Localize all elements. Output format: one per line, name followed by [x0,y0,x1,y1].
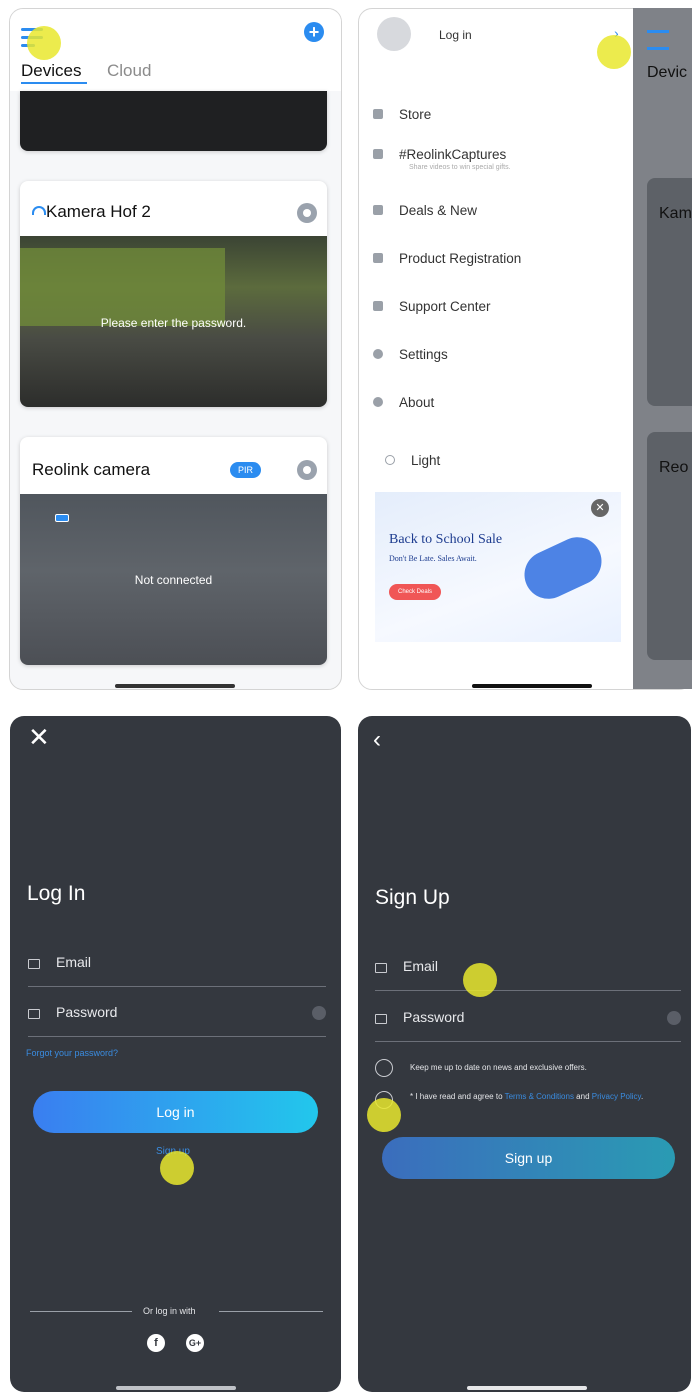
camera-card-reolink-camera[interactable]: Reolink camera PIR Not connected [20,437,327,665]
banner-subtitle: Don't Be Late. Sales Await. [389,554,477,563]
newsletter-label: Keep me up to date on news and exclusive… [410,1063,587,1072]
store-icon [373,109,383,119]
forgot-password-link[interactable]: Forgot your password? [26,1048,118,1058]
devices-screen: + Devices Cloud Kamera Hof 2 Please ente… [9,8,342,690]
camera-name: Reolink camera [32,460,151,479]
dimmed-devices-peek[interactable]: Devic Kam Reo [633,8,692,689]
banner-close-icon[interactable]: ✕ [591,499,609,517]
password-field[interactable]: Password [375,1001,681,1042]
cloud-status-icon [32,206,46,215]
video-icon [373,149,383,159]
camera-name: Kamera Hof 2 [46,202,151,221]
mail-icon [28,959,40,969]
banner-title: Back to School Sale [389,532,503,547]
camera-feed[interactable]: Please enter the password. [20,236,327,407]
menu-icon [647,30,669,50]
facebook-icon[interactable]: f [147,1334,165,1352]
tab-devices-underline [21,82,87,84]
login-screen: ✕ Log In Email Password Forgot your pass… [10,716,341,1392]
feed-wall [20,248,225,326]
flag-icon [373,205,383,215]
lock-icon [28,1009,40,1019]
tap-indicator [597,35,631,69]
tab-devices[interactable]: Devices [21,61,81,81]
peek-tab: Devic [647,64,688,81]
pir-badge[interactable]: PIR [230,462,262,478]
camera-card-kamera-hof-2[interactable]: Kamera Hof 2 Please enter the password. [20,181,327,407]
gear-icon[interactable] [297,460,317,480]
mail-icon [375,963,387,973]
home-indicator [116,1386,236,1390]
home-indicator [467,1386,587,1390]
page-title: Sign Up [375,886,450,909]
google-plus-icon[interactable]: G+ [186,1334,204,1352]
gear-icon [373,349,383,359]
battery-icon [55,514,69,522]
terms-link[interactable]: Terms & Conditions [505,1092,574,1101]
tap-indicator [27,26,61,60]
support-icon [373,301,383,311]
home-indicator [472,684,592,688]
camera-feed[interactable]: Not connected [20,494,327,665]
tap-indicator [367,1098,401,1132]
login-label[interactable]: Log in [439,28,472,42]
sun-icon [385,455,395,465]
divider-right [219,1311,323,1312]
email-field[interactable]: Email [375,950,681,991]
terms-label: * I have read and agree to Terms & Condi… [410,1092,644,1101]
divider-left [30,1311,132,1312]
tap-indicator [160,1151,194,1185]
password-field[interactable]: Password [28,996,326,1037]
banner-cta-button[interactable]: Check Deals [389,584,442,600]
peek-card: Kam [647,178,692,406]
back-chevron-icon[interactable]: ‹ [373,726,381,754]
login-button[interactable]: Log in [33,1091,318,1133]
home-indicator [115,684,235,688]
feed-overlay-text: Please enter the password. [100,316,247,330]
info-icon [373,397,383,407]
promo-banner[interactable]: Back to School Sale Don't Be Late. Sales… [375,492,621,642]
or-login-with-label: Or log in with [143,1306,196,1316]
show-password-icon[interactable] [667,1011,681,1025]
mail-icon [375,1014,387,1024]
add-device-icon[interactable]: + [304,22,324,42]
gear-icon[interactable] [297,203,317,223]
tap-indicator [463,963,497,997]
newsletter-checkbox[interactable] [375,1059,393,1077]
privacy-policy-link[interactable]: Privacy Policy [592,1092,641,1101]
signup-button[interactable]: Sign up [382,1137,675,1179]
feed-overlay-text: Not connected [134,573,213,587]
show-password-icon[interactable] [312,1006,326,1020]
banner-illustration [516,529,610,607]
tab-cloud[interactable]: Cloud [107,61,151,81]
peek-card: Reo [647,432,692,660]
email-field[interactable]: Email [28,946,326,987]
avatar[interactable] [377,17,411,51]
registration-icon [373,253,383,263]
page-title: Log In [27,882,86,905]
close-icon[interactable]: ✕ [28,722,50,753]
camera-card-top-partial[interactable] [20,91,327,151]
signup-screen: ‹ Sign Up Email Password Keep me up to d… [358,716,691,1392]
